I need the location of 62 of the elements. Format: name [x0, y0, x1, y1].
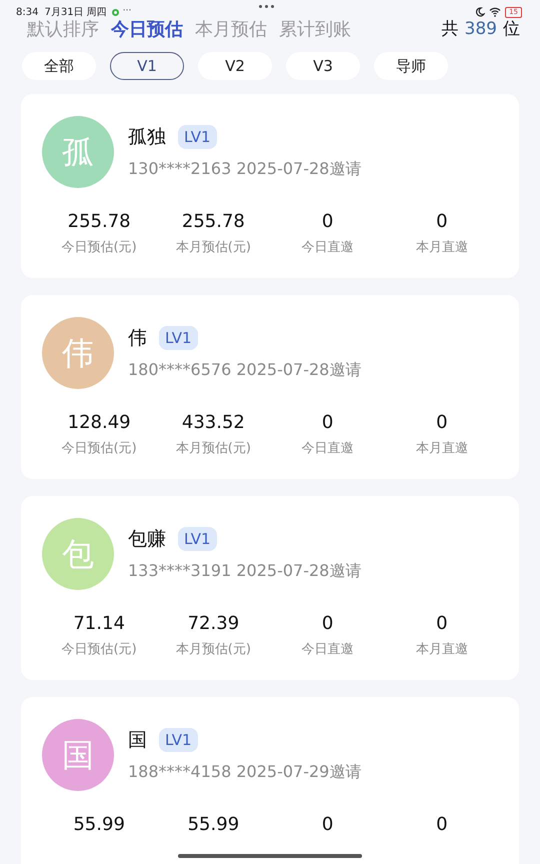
stat-label: 本月预估(元) — [176, 440, 251, 458]
stat-label: 今日预估(元) — [62, 641, 137, 659]
member-info: 130****2163 2025-07-28邀请 — [128, 158, 362, 180]
stat-value: 72.39 — [188, 612, 240, 636]
stat-label: 本月预估(元) — [176, 239, 251, 257]
sort-tab[interactable]: 今日预估 — [111, 16, 183, 43]
stat-label: 今日直邀 — [302, 440, 354, 458]
wifi-icon — [489, 7, 502, 17]
stat-value: 0 — [322, 411, 334, 435]
stat-value: 55.99 — [73, 813, 125, 837]
member-name: 孤独 — [128, 124, 166, 150]
level-badge: LV1 — [178, 526, 217, 552]
level-badge: LV1 — [159, 728, 198, 752]
stat-value: 128.49 — [68, 411, 131, 435]
total-suffix: 位 — [503, 18, 520, 41]
member-card[interactable]: 孤 孤独 LV1 130****2163 2025-07-28邀请 255.78 今日预估(元) 255.78 本月预估(元) 0 今日直邀 0 本月直邀 — [21, 94, 519, 278]
level-badge: LV1 — [159, 326, 198, 350]
filter-chip[interactable]: 导师 — [374, 52, 448, 80]
stat-label: 今日直邀 — [302, 239, 354, 257]
stat-value: 255.78 — [68, 210, 131, 234]
stat-value: 433.52 — [182, 411, 245, 435]
member-info: 188****4158 2025-07-29邀请 — [128, 761, 362, 784]
member-name: 包赚 — [128, 526, 166, 552]
member-avatar: 孤 — [42, 116, 114, 188]
stat-value: 0 — [436, 411, 448, 435]
member-info: 180****6576 2025-07-28邀请 — [128, 359, 362, 382]
stat-value: 0 — [322, 210, 334, 234]
filter-chip[interactable]: V3 — [286, 52, 360, 80]
moon-icon — [475, 7, 486, 17]
stat-value: 0 — [322, 612, 334, 636]
member-name: 伟 — [128, 326, 147, 351]
member-avatar: 伟 — [42, 317, 114, 389]
member-name: 国 — [128, 728, 147, 753]
member-avatar: 国 — [42, 719, 114, 791]
stat-label: 今日预估(元) — [62, 440, 137, 458]
stat-value: 0 — [436, 210, 448, 234]
stat-label: 本月直邀 — [416, 641, 468, 659]
filter-chip[interactable]: V2 — [198, 52, 272, 80]
stat-label: 本月直邀 — [416, 239, 468, 257]
stat-value: 0 — [436, 612, 448, 636]
window-handle-icon[interactable] — [259, 5, 274, 8]
stat-label: 本月预估(元) — [176, 641, 251, 659]
stat-value: 0 — [322, 813, 334, 837]
member-card[interactable]: 国 国 LV1 188****4158 2025-07-29邀请 55.99 55.99 0 0 — [21, 697, 519, 864]
member-card[interactable]: 伟 伟 LV1 180****6576 2025-07-28邀请 128.49 今日预估(元) 433.52 本月预估(元) 0 今日直邀 0 本月直邀 — [21, 295, 519, 479]
filter-chip[interactable]: 全部 — [22, 52, 96, 80]
stat-value: 55.99 — [188, 813, 240, 837]
filter-chip[interactable]: V1 — [110, 52, 184, 80]
stat-value: 0 — [436, 813, 448, 837]
notification-icon — [112, 8, 119, 16]
stat-label: 今日直邀 — [302, 641, 354, 659]
level-badge: LV1 — [178, 124, 217, 150]
stat-value: 71.14 — [73, 612, 125, 636]
member-avatar: 包 — [42, 518, 114, 590]
stat-label: 今日预估(元) — [62, 239, 137, 257]
member-card[interactable]: 包 包赚 LV1 133****3191 2025-07-28邀请 71.14 今日预估(元) 72.39 本月预估(元) 0 今日直邀 0 本月直邀 — [21, 496, 519, 680]
stat-value: 255.78 — [182, 210, 245, 234]
total-prefix: 共 — [442, 18, 459, 41]
total-count: 389 — [464, 18, 497, 41]
stat-label: 本月直邀 — [416, 440, 468, 458]
member-info: 133****3191 2025-07-28邀请 — [128, 560, 362, 582]
status-more: ··· — [122, 5, 132, 18]
